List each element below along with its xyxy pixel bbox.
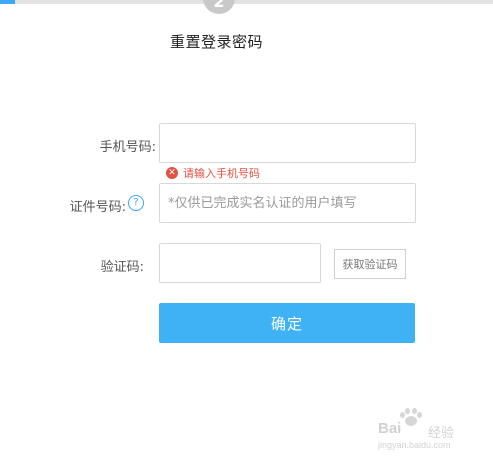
progress-track [0, 0, 493, 4]
phone-label: 手机号码: [99, 140, 156, 155]
phone-input[interactable] [159, 123, 416, 163]
phone-error-text: 请输入手机号码 [183, 167, 260, 180]
code-label: 验证码: [100, 260, 144, 275]
watermark-jingyan: 经验 [428, 426, 455, 441]
watermark-brand: Bai [378, 420, 402, 437]
id-number-label: 证件号码: [69, 200, 126, 215]
phone-error: ✕ 请输入手机号码 [166, 165, 260, 181]
get-code-button[interactable]: 获取验证码 [334, 249, 406, 279]
error-icon: ✕ [166, 167, 178, 179]
help-icon[interactable]: ? [128, 195, 144, 211]
baidu-watermark: Bai 经验 jingyan.baidu.com [370, 408, 480, 452]
verification-code-input[interactable] [159, 243, 321, 283]
page-title: 重置登录密码 [170, 33, 264, 51]
confirm-button[interactable]: 确定 [159, 303, 415, 343]
progress-fill [0, 0, 15, 4]
watermark-url: jingyan.baidu.com [378, 440, 451, 450]
id-number-input[interactable] [159, 183, 416, 223]
step-indicator: 2 [203, 0, 235, 14]
paw-icon [400, 408, 422, 428]
